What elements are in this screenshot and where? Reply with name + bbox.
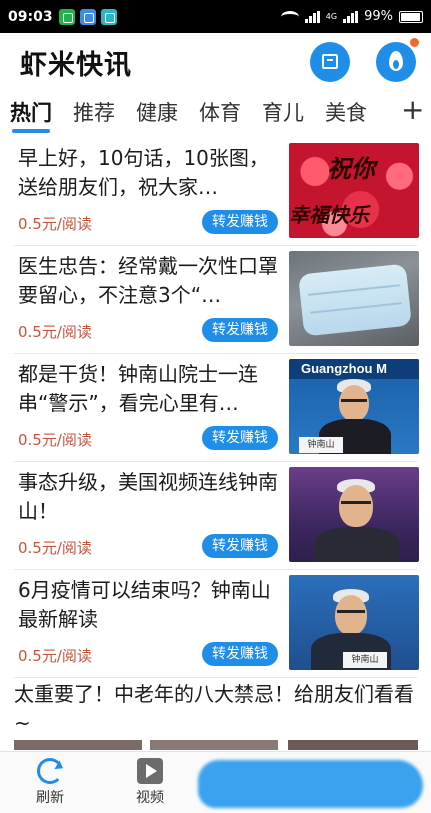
article-title[interactable]: 早上好，10句话，10张图，送给朋友们，祝大家… bbox=[18, 144, 280, 202]
network-type: 4G bbox=[325, 11, 338, 21]
face-mask-image bbox=[298, 263, 412, 337]
read-price: 0.5元/阅读 bbox=[18, 215, 92, 233]
tab-parenting[interactable]: 育儿 bbox=[262, 97, 304, 127]
video-icon bbox=[137, 758, 163, 784]
article-thumbnail[interactable]: 钟南山 bbox=[289, 575, 419, 670]
wifi-icon bbox=[280, 10, 299, 23]
battery-percent: 99% bbox=[364, 9, 393, 24]
obscured-region bbox=[198, 760, 423, 808]
thumbnail-caption: 幸福快乐 bbox=[289, 203, 369, 227]
nav-refresh[interactable]: 刷新 bbox=[20, 758, 80, 807]
inbox-icon bbox=[322, 54, 338, 69]
tab-hot[interactable]: 热门 bbox=[10, 97, 52, 127]
wechat-notification-icon bbox=[58, 8, 75, 25]
inbox-button[interactable] bbox=[310, 42, 350, 82]
tab-sports[interactable]: 体育 bbox=[199, 97, 241, 127]
nav-label: 刷新 bbox=[36, 790, 64, 806]
divider bbox=[14, 677, 417, 678]
list-item[interactable]: 早上好，10句话，10张图，送给朋友们，祝大家… 0.5元/阅读 转发赚钱 祝你… bbox=[0, 138, 431, 246]
read-price: 0.5元/阅读 bbox=[18, 323, 92, 341]
list-item[interactable]: 都是干货！钟南山院士一连串“警示”，看完心里有… 0.5元/阅读 转发赚钱 Gu… bbox=[0, 354, 431, 462]
article-thumbnail[interactable]: Guangzhou M 钟南山 bbox=[289, 359, 419, 454]
article-title[interactable]: 事态升级，美国视频连线钟南山！ bbox=[18, 468, 280, 526]
share-earn-button[interactable]: 转发赚钱 bbox=[202, 534, 278, 558]
article-thumbnail[interactable] bbox=[289, 467, 419, 562]
tab-food[interactable]: 美食 bbox=[325, 97, 367, 127]
flame-icon bbox=[389, 51, 403, 71]
article-thumbnail-partial[interactable] bbox=[14, 740, 142, 750]
thumbnail-banner: Guangzhou M bbox=[289, 359, 419, 379]
tab-recommend[interactable]: 推荐 bbox=[73, 97, 115, 127]
signal-icon-2 bbox=[343, 10, 359, 23]
thumbnail-caption: 祝你 bbox=[327, 154, 375, 183]
status-time: 09:03 bbox=[8, 8, 53, 25]
app-title: 虾米快讯 bbox=[20, 50, 132, 81]
add-tab-button[interactable]: + bbox=[401, 93, 424, 126]
app-header: 虾米快讯 bbox=[0, 33, 431, 89]
read-price: 0.5元/阅读 bbox=[18, 431, 92, 449]
article-thumbnail[interactable]: 祝你 幸福快乐 bbox=[289, 143, 419, 238]
article-title[interactable]: 6月疫情可以结束吗？钟南山最新解读 bbox=[18, 576, 280, 634]
battery-icon bbox=[399, 10, 423, 23]
signal-icon bbox=[304, 10, 320, 23]
bottom-navigation: 刷新 视频 bbox=[0, 751, 431, 813]
read-price: 0.5元/阅读 bbox=[18, 647, 92, 665]
status-bar: 09:03 4G 99% bbox=[0, 0, 431, 33]
article-thumbnail-partial[interactable] bbox=[150, 740, 278, 750]
refresh-icon bbox=[37, 758, 63, 784]
app-notification-icon bbox=[100, 8, 117, 25]
share-earn-button[interactable]: 转发赚钱 bbox=[202, 426, 278, 450]
category-tabs: 热门 推荐 健康 体育 育儿 美食 + bbox=[0, 89, 431, 137]
nameplate: 钟南山 bbox=[343, 652, 387, 668]
notification-dot bbox=[410, 38, 419, 47]
list-item[interactable]: 医生忠告：经常戴一次性口罩要留心，不注意3个“… 0.5元/阅读 转发赚钱 bbox=[0, 246, 431, 354]
message-notification-icon bbox=[79, 8, 96, 25]
active-tab-indicator bbox=[12, 129, 50, 133]
nav-video[interactable]: 视频 bbox=[120, 758, 180, 807]
nameplate: 钟南山 bbox=[299, 437, 343, 453]
article-thumbnail[interactable] bbox=[289, 251, 419, 346]
list-item[interactable]: 事态升级，美国视频连线钟南山！ 0.5元/阅读 转发赚钱 bbox=[0, 462, 431, 570]
tab-health[interactable]: 健康 bbox=[136, 97, 178, 127]
article-thumbnail-partial[interactable] bbox=[288, 740, 418, 750]
share-earn-button[interactable]: 转发赚钱 bbox=[202, 642, 278, 666]
nav-label: 视频 bbox=[136, 790, 164, 806]
hot-button[interactable] bbox=[376, 42, 416, 82]
read-price: 0.5元/阅读 bbox=[18, 539, 92, 557]
share-earn-button[interactable]: 转发赚钱 bbox=[202, 318, 278, 342]
list-item[interactable]: 6月疫情可以结束吗？钟南山最新解读 0.5元/阅读 转发赚钱 钟南山 bbox=[0, 570, 431, 678]
share-earn-button[interactable]: 转发赚钱 bbox=[202, 210, 278, 234]
article-title[interactable]: 太重要了！中老年的八大禁忌！给朋友们看看~ bbox=[14, 680, 424, 738]
article-title[interactable]: 都是干货！钟南山院士一连串“警示”，看完心里有… bbox=[18, 360, 280, 418]
article-title[interactable]: 医生忠告：经常戴一次性口罩要留心，不注意3个“… bbox=[18, 252, 280, 310]
